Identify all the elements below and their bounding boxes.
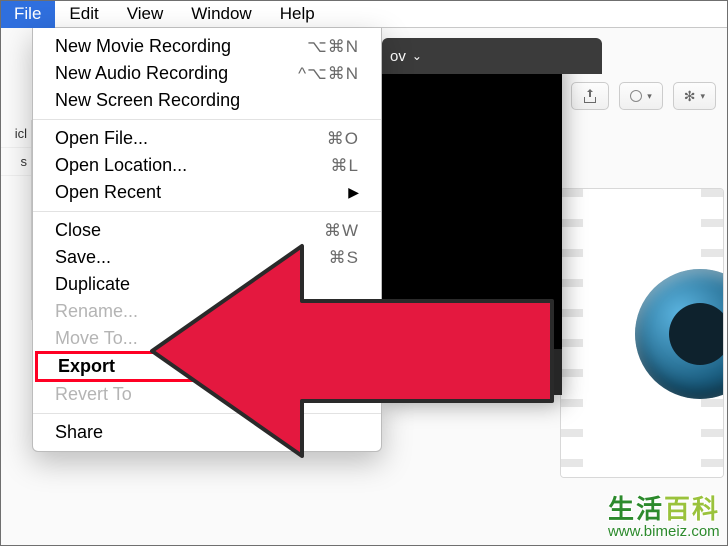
sidebar-row[interactable]: icl: [0, 120, 31, 148]
file-menu-dropdown: New Movie Recording ⌥⌘N New Audio Record…: [32, 28, 382, 452]
quicktime-titlebar[interactable]: ov ⌄: [382, 38, 602, 74]
toolbar-fragment: ▾ ✻ ▾: [560, 76, 716, 116]
quicktime-logo-icon: [635, 269, 724, 399]
menu-item-label: Open Recent: [55, 182, 161, 203]
menu-file[interactable]: File: [0, 0, 55, 28]
menu-shortcut: ^⌥⌘N: [298, 64, 359, 84]
menu-item-revert-to: Revert To: [33, 381, 381, 408]
menu-item-label: New Movie Recording: [55, 36, 231, 57]
menu-window[interactable]: Window: [177, 0, 265, 28]
menu-item-label: Open Location...: [55, 155, 187, 176]
menu-item-label: Share: [55, 422, 103, 443]
share-button[interactable]: [571, 82, 609, 110]
menu-item-label: Move To...: [55, 328, 138, 349]
menu-item-new-movie-recording[interactable]: New Movie Recording ⌥⌘N: [33, 33, 381, 60]
menu-item-open-recent[interactable]: Open Recent ▶: [33, 179, 381, 206]
menu-item-open-file[interactable]: Open File... ⌘O: [33, 125, 381, 152]
menu-item-label: Close: [55, 220, 101, 241]
menu-item-close[interactable]: Close ⌘W: [33, 217, 381, 244]
menu-shortcut: ⌘O: [327, 129, 359, 149]
menu-shortcut: ⌘W: [324, 221, 359, 241]
menu-separator: [33, 119, 381, 120]
quicktime-title: ov: [390, 48, 406, 65]
menu-item-move-to: Move To...: [33, 325, 381, 352]
tags-button[interactable]: ▾: [619, 82, 663, 110]
menu-item-new-audio-recording[interactable]: New Audio Recording ^⌥⌘N: [33, 60, 381, 87]
watermark-cn-right: 百科: [664, 494, 720, 524]
gear-icon: ✻: [684, 88, 696, 105]
menu-view[interactable]: View: [113, 0, 178, 28]
menu-item-open-location[interactable]: Open Location... ⌘L: [33, 152, 381, 179]
watermark-url: www.bimeiz.com: [608, 524, 720, 541]
menu-item-label: New Audio Recording: [55, 63, 228, 84]
file-preview: [560, 188, 724, 478]
menu-separator: [33, 413, 381, 414]
quicktime-player-window[interactable]: ov ⌄ 1:01: [382, 50, 562, 395]
menu-shortcut: ⌘S: [329, 248, 359, 268]
menu-item-export[interactable]: Export: [35, 351, 379, 382]
menu-item-label: Open File...: [55, 128, 148, 149]
menu-item-save[interactable]: Save... ⌘S: [33, 244, 381, 271]
menu-bar: File Edit View Window Help: [0, 0, 728, 28]
filmstrip-left: [561, 189, 583, 477]
menu-item-label: Revert To: [55, 384, 132, 405]
chevron-down-icon[interactable]: ⌄: [412, 49, 422, 63]
menu-item-label: Duplicate: [55, 274, 130, 295]
menu-item-rename: Rename...: [33, 298, 381, 325]
menu-separator: [33, 211, 381, 212]
menu-edit[interactable]: Edit: [55, 0, 112, 28]
menu-item-new-screen-recording[interactable]: New Screen Recording: [33, 87, 381, 114]
quicktime-controls[interactable]: 1:01: [382, 349, 562, 395]
chevron-down-icon: ▾: [700, 91, 705, 102]
menu-item-share[interactable]: Share: [33, 419, 381, 446]
sidebar-fragment: icl s: [0, 120, 32, 320]
submenu-arrow-icon: ▶: [348, 184, 359, 201]
menu-item-label: Save...: [55, 247, 111, 268]
menu-item-label: Rename...: [55, 301, 138, 322]
share-icon: [582, 88, 598, 104]
chevron-down-icon: ▾: [647, 91, 652, 102]
watermark: 生活百科 www.bimeiz.com: [608, 495, 720, 540]
menu-item-duplicate[interactable]: Duplicate: [33, 271, 381, 298]
circle-icon: [630, 90, 642, 102]
menu-shortcut: ⌥⌘N: [307, 37, 359, 57]
watermark-cn-left: 生活: [608, 494, 664, 524]
menu-item-label: Export: [58, 356, 115, 376]
menu-shortcut: ⌘L: [331, 156, 359, 176]
watermark-title: 生活百科: [608, 495, 720, 524]
action-button[interactable]: ✻ ▾: [673, 82, 716, 110]
menu-item-label: New Screen Recording: [55, 90, 240, 111]
quicktime-duration: 1:01: [525, 364, 552, 380]
sidebar-row[interactable]: s: [0, 148, 31, 176]
menu-help[interactable]: Help: [266, 0, 329, 28]
